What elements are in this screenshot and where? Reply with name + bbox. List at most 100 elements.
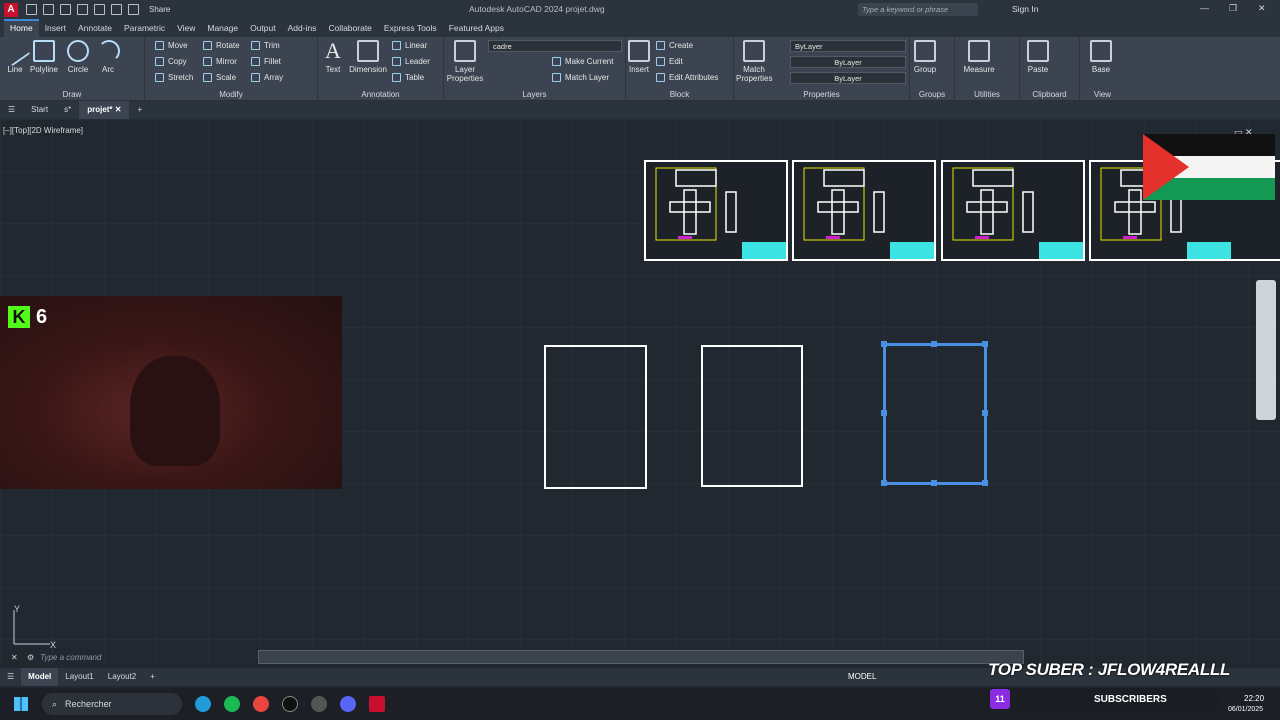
close-command-icon[interactable]: ✕	[11, 653, 23, 662]
add-layout-icon[interactable]: +	[143, 668, 162, 686]
drawing-sheet-2[interactable]	[792, 160, 936, 261]
tab-annotate[interactable]: Annotate	[72, 23, 118, 37]
text-tool[interactable]: A Text	[322, 40, 344, 75]
circle-tool[interactable]: Circle	[64, 40, 92, 74]
clipboard-panel-title[interactable]: Clipboard	[1020, 90, 1079, 99]
block-panel-title[interactable]: Block	[626, 90, 733, 99]
drawing-sheet-3[interactable]	[941, 160, 1085, 261]
trim-button[interactable]: Trim	[251, 41, 280, 50]
linear-button[interactable]: Linear	[392, 41, 427, 50]
spotify-icon[interactable]	[224, 696, 240, 712]
dimension-tool[interactable]: Dimension	[348, 40, 388, 74]
measure-tool[interactable]: Measure	[961, 40, 997, 74]
tab-layout2[interactable]: Layout2	[101, 668, 143, 686]
navigation-bar[interactable]	[1256, 280, 1276, 420]
tab-add-ins[interactable]: Add-ins	[282, 23, 323, 37]
plot-icon[interactable]	[94, 4, 105, 15]
grip-point[interactable]	[931, 341, 937, 347]
tab-layout1[interactable]: Layout1	[58, 668, 100, 686]
save-icon[interactable]	[60, 4, 71, 15]
autocad-logo[interactable]: A	[4, 2, 18, 17]
drawing-sheet-1[interactable]	[644, 160, 788, 261]
taskbar-search[interactable]: ⌕ Rechercher	[42, 693, 182, 715]
tab-start[interactable]: Start	[23, 101, 56, 119]
new-file-icon[interactable]	[26, 4, 37, 15]
redo-icon[interactable]	[128, 4, 139, 15]
undo-icon[interactable]	[111, 4, 122, 15]
lineweight-dropdown[interactable]: ByLayer	[790, 72, 906, 84]
draw-panel-title[interactable]: Draw	[0, 90, 144, 99]
open-file-icon[interactable]	[43, 4, 54, 15]
chrome-icon[interactable]	[253, 696, 269, 712]
tab-featured-apps[interactable]: Featured Apps	[443, 23, 510, 37]
move-button[interactable]: Move	[155, 41, 188, 50]
edge-icon[interactable]	[195, 696, 211, 712]
minimize-icon[interactable]: —	[1200, 3, 1209, 13]
leader-button[interactable]: Leader	[392, 57, 430, 66]
annotation-panel-title[interactable]: Annotation	[318, 90, 443, 99]
line-tool[interactable]: Line	[0, 35, 31, 74]
command-input[interactable]: Type a command	[40, 653, 101, 662]
layout-menu-icon[interactable]: ☰	[0, 668, 21, 686]
tab-home[interactable]: Home	[4, 19, 39, 37]
scale-button[interactable]: Scale	[203, 73, 236, 82]
windows-start-icon[interactable]	[14, 697, 28, 711]
grip-point[interactable]	[982, 410, 988, 416]
paste-tool[interactable]: Paste	[1026, 40, 1050, 74]
utilities-panel-title[interactable]: Utilities	[955, 90, 1019, 99]
properties-panel-title[interactable]: Properties	[734, 90, 909, 99]
fillet-button[interactable]: Fillet	[251, 57, 281, 66]
command-line[interactable]: ✕ ⚙ Type a command	[11, 650, 1024, 664]
edit-attributes-button[interactable]: Edit Attributes	[656, 73, 718, 82]
grip-point[interactable]	[881, 341, 887, 347]
color-dropdown[interactable]: ByLayer	[790, 40, 906, 52]
autocad-taskbar-icon[interactable]	[369, 696, 385, 712]
tiktok-icon[interactable]	[282, 696, 298, 712]
rotate-button[interactable]: Rotate	[203, 41, 240, 50]
mirror-button[interactable]: Mirror	[203, 57, 237, 66]
share-button[interactable]: Share	[149, 5, 170, 14]
tab-parametric[interactable]: Parametric	[118, 23, 171, 37]
grip-point[interactable]	[881, 410, 887, 416]
modify-panel-title[interactable]: Modify	[145, 90, 317, 99]
obs-icon[interactable]	[311, 696, 327, 712]
copy-button[interactable]: Copy	[155, 57, 187, 66]
tab-projet[interactable]: projet* ✕	[79, 101, 130, 119]
model-space-toggle[interactable]: MODEL	[848, 672, 876, 681]
tab-express-tools[interactable]: Express Tools	[378, 23, 443, 37]
layer-dropdown[interactable]: cadre	[488, 40, 622, 52]
view-panel-title[interactable]: View	[1080, 90, 1125, 99]
stretch-button[interactable]: Stretch	[155, 73, 193, 82]
help-search-input[interactable]: Type a keyword or phrase	[858, 3, 978, 16]
insert-tool[interactable]: Insert	[628, 40, 650, 74]
match-layer-button[interactable]: Match Layer	[552, 73, 609, 82]
match-properties-tool[interactable]: Match Properties	[736, 40, 772, 83]
grip-point[interactable]	[982, 341, 988, 347]
array-button[interactable]: Array	[251, 73, 283, 82]
tab-view[interactable]: View	[171, 23, 201, 37]
grip-point[interactable]	[931, 480, 937, 486]
create-block-button[interactable]: Create	[656, 41, 693, 50]
new-tab-icon[interactable]: +	[129, 101, 150, 119]
empty-frame-1[interactable]	[544, 345, 647, 489]
layers-panel-title[interactable]: Layers	[444, 90, 625, 99]
sign-in-button[interactable]: Sign In	[1012, 4, 1038, 14]
selected-frame[interactable]	[883, 343, 987, 485]
arc-tool[interactable]: Arc	[98, 40, 120, 74]
viewport-controls[interactable]: [–][Top][2D Wireframe]	[3, 126, 83, 135]
tab-manage[interactable]: Manage	[201, 23, 244, 37]
tab-model[interactable]: Model	[21, 668, 59, 686]
grip-point[interactable]	[881, 480, 887, 486]
close-icon[interactable]: ✕	[1258, 3, 1266, 14]
grip-point[interactable]	[982, 480, 988, 486]
groups-panel-title[interactable]: Groups	[910, 90, 954, 99]
table-button[interactable]: Table	[392, 73, 424, 82]
polyline-tool[interactable]: Polyline	[28, 40, 60, 74]
menu-icon[interactable]: ☰	[0, 101, 23, 119]
save-as-icon[interactable]	[77, 4, 88, 15]
tab-s[interactable]: s*	[56, 101, 79, 119]
maximize-icon[interactable]: ❐	[1229, 3, 1237, 14]
group-tool[interactable]: Group	[912, 40, 938, 74]
tab-output[interactable]: Output	[244, 23, 282, 37]
linetype-dropdown[interactable]: ByLayer	[790, 56, 906, 68]
